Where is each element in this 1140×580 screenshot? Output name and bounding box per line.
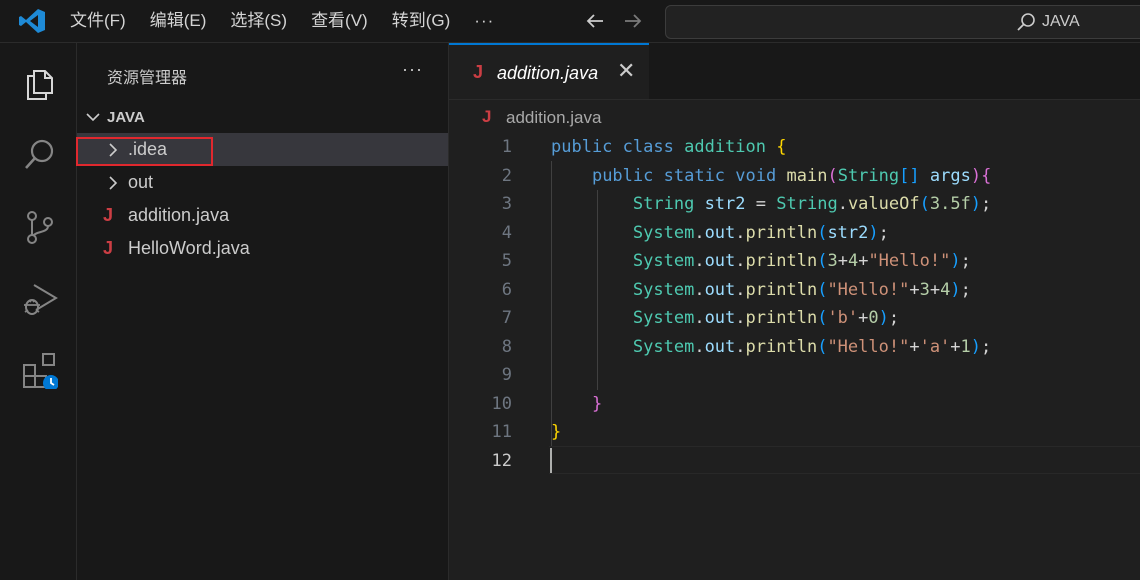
back-arrow-icon[interactable]	[584, 10, 606, 32]
java-icon: J	[103, 205, 114, 225]
explorer-icon[interactable]	[22, 65, 58, 101]
sidebar-title: 资源管理器	[107, 70, 188, 87]
line-number: 9	[501, 365, 512, 385]
line-number: 4	[501, 223, 512, 243]
line-number: 2	[501, 166, 512, 186]
menu-file[interactable]: 文件(F)	[58, 0, 138, 42]
menu-edit[interactable]: 编辑(E)	[138, 0, 219, 42]
workspace-section-header[interactable]: JAVA	[77, 105, 448, 131]
line-number: 3	[501, 194, 512, 214]
line-number: 11	[491, 422, 512, 442]
code-line-2: public static void main(String[] args){	[591, 166, 992, 186]
more-actions-icon[interactable]: ···	[402, 59, 423, 80]
editor-tab-bar: J addition.java ✕	[449, 43, 1140, 100]
code-line-4: System.out.println(str2);	[632, 223, 889, 243]
code-line-6: System.out.println("Hello!"+3+4);	[632, 280, 971, 300]
tab-label: addition.java	[497, 63, 599, 83]
current-line-highlight	[549, 446, 1140, 474]
title-bar: 文件(F) 编辑(E) 选择(S) 查看(V) 转到(G) ··· JAVA	[0, 0, 1140, 43]
extensions-icon[interactable]	[22, 353, 58, 389]
tree-item-label: HelloWord.java	[128, 238, 250, 258]
command-center-search[interactable]: JAVA	[665, 5, 1140, 39]
menu-bar: 文件(F) 编辑(E) 选择(S) 查看(V) 转到(G) ···	[58, 0, 506, 42]
breadcrumb-file[interactable]: addition.java	[506, 108, 601, 128]
java-icon: J	[482, 107, 492, 126]
highlight-annotation-box	[76, 137, 213, 166]
search-sidebar-icon[interactable]	[22, 137, 58, 173]
line-number: 8	[501, 337, 512, 357]
java-icon: J	[473, 62, 484, 82]
line-number: 1	[501, 137, 512, 157]
line-number: 10	[491, 394, 512, 414]
code-line-5: System.out.println(3+4+"Hello!");	[632, 251, 971, 271]
search-text: JAVA	[1042, 13, 1080, 30]
menu-view[interactable]: 查看(V)	[299, 0, 380, 42]
code-line-11: }	[551, 422, 562, 442]
code-line-10: }	[591, 394, 603, 414]
tree-item-label: out	[128, 172, 154, 192]
source-control-icon[interactable]	[22, 209, 58, 245]
line-number: 6	[501, 280, 512, 300]
tree-file-addition-java[interactable]: J addition.java	[77, 199, 448, 232]
code-line-3: String str2 = String.valueOf(3.5f);	[632, 194, 992, 214]
forward-arrow-icon[interactable]	[622, 10, 644, 32]
line-number-active: 12	[491, 451, 512, 471]
line-number: 7	[501, 308, 512, 328]
tree-item-label: addition.java	[128, 205, 230, 225]
tree-folder-out[interactable]: out	[77, 166, 448, 199]
code-line-8: System.out.println("Hello!"+'a'+1);	[632, 337, 992, 357]
menu-more-icon[interactable]: ···	[462, 11, 506, 31]
chevron-right-icon	[109, 176, 118, 190]
line-number: 5	[501, 251, 512, 271]
search-icon	[1017, 13, 1035, 31]
vscode-logo-icon[interactable]	[18, 8, 46, 34]
tab-addition-java[interactable]: J addition.java ✕	[449, 43, 649, 99]
code-line-1: public class addition {	[551, 137, 787, 157]
run-debug-icon[interactable]	[22, 281, 58, 317]
code-editor[interactable]: 1 2 3 4 5 6 7 8 9 10 11 12 public class …	[449, 133, 1140, 580]
code-line-7: System.out.println('b'+0);	[632, 308, 900, 328]
workspace-name: JAVA	[107, 109, 145, 126]
activity-bar	[0, 43, 77, 580]
text-cursor	[550, 448, 552, 473]
close-icon[interactable]: ✕	[617, 58, 635, 84]
tree-file-helloword-java[interactable]: J HelloWord.java	[77, 232, 448, 265]
menu-selection[interactable]: 选择(S)	[218, 0, 299, 42]
explorer-sidebar: 资源管理器 ··· JAVA .idea out J addition.java…	[77, 43, 449, 580]
chevron-down-icon	[86, 113, 100, 122]
menu-goto[interactable]: 转到(G)	[380, 0, 463, 42]
java-icon: J	[103, 238, 114, 258]
